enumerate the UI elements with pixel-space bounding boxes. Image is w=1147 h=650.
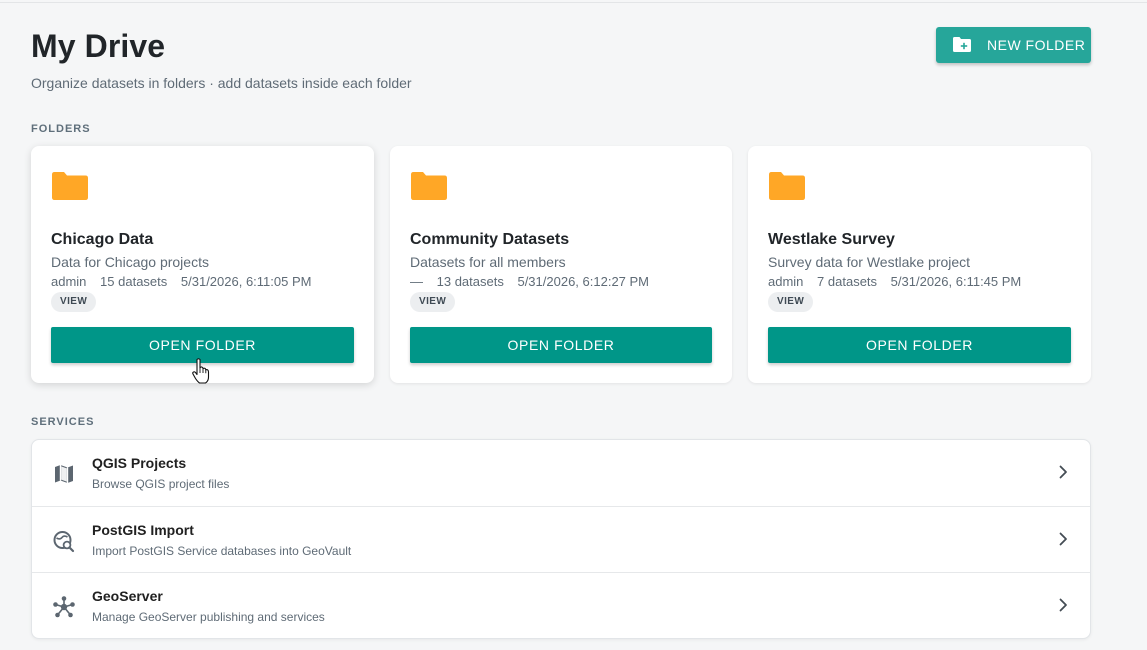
open-folder-button[interactable]: OPEN FOLDER xyxy=(410,327,712,363)
hand-cursor-icon xyxy=(192,358,210,384)
service-subtitle: Manage GeoServer publishing and services xyxy=(92,610,325,624)
folder-description: Datasets for all members xyxy=(410,254,566,270)
permission-badge: VIEW xyxy=(410,292,456,312)
permission-badge: VIEW xyxy=(51,292,97,312)
chevron-right-icon xyxy=(1059,465,1067,479)
database-search-icon xyxy=(53,531,75,553)
folder-icon xyxy=(52,172,88,200)
folder-meta: admin 7 datasets 5/31/2026, 6:11:45 PM xyxy=(768,274,1031,289)
folders-section-label: FOLDERS xyxy=(31,123,91,135)
permission-badge: VIEW xyxy=(768,292,814,312)
folder-plus-icon xyxy=(953,37,971,52)
new-folder-label: NEW FOLDER xyxy=(987,37,1086,53)
folder-card-chicago-data[interactable]: Chicago Data Data for Chicago projects a… xyxy=(31,146,374,383)
folder-icon xyxy=(769,172,805,200)
folder-icon xyxy=(411,172,447,200)
service-title: GeoServer xyxy=(92,588,163,604)
folder-name: Chicago Data xyxy=(51,231,154,248)
folder-owner: admin xyxy=(768,274,804,289)
service-title: PostGIS Import xyxy=(92,522,194,538)
page-subtitle: Organize datasets in folders · add datas… xyxy=(31,75,412,91)
folder-owner: — xyxy=(410,274,423,289)
folder-dataset-count: 15 datasets xyxy=(100,274,168,289)
chevron-right-icon xyxy=(1059,598,1067,612)
network-hub-icon xyxy=(53,596,75,618)
folder-updated: 5/31/2026, 6:12:27 PM xyxy=(517,274,650,289)
page-title: My Drive xyxy=(31,28,166,64)
new-folder-button[interactable]: NEW FOLDER xyxy=(936,27,1091,63)
folder-card-westlake-survey[interactable]: Westlake Survey Survey data for Westlake… xyxy=(748,146,1091,383)
folder-name: Community Datasets xyxy=(410,231,570,248)
open-folder-button[interactable]: OPEN FOLDER xyxy=(768,327,1071,363)
top-divider xyxy=(0,2,1147,3)
folder-dataset-count: 13 datasets xyxy=(436,274,504,289)
folder-description: Survey data for Westlake project xyxy=(768,254,971,270)
folder-description: Data for Chicago projects xyxy=(51,254,209,270)
service-title: QGIS Projects xyxy=(92,455,187,471)
service-subtitle: Import PostGIS Service databases into Ge… xyxy=(92,544,352,558)
service-item-geoserver[interactable]: GeoServer Manage GeoServer publishing an… xyxy=(32,572,1090,638)
folder-name: Westlake Survey xyxy=(768,231,895,248)
chevron-right-icon xyxy=(1059,532,1067,546)
map-icon xyxy=(55,465,73,483)
folder-meta: admin 15 datasets 5/31/2026, 6:11:05 PM xyxy=(51,274,321,289)
services-list: QGIS Projects Browse QGIS project files … xyxy=(31,439,1091,639)
folder-owner: admin xyxy=(51,274,87,289)
service-subtitle: Browse QGIS project files xyxy=(92,477,230,491)
services-section-label: SERVICES xyxy=(31,416,95,428)
folder-dataset-count: 7 datasets xyxy=(817,274,878,289)
folder-updated: 5/31/2026, 6:11:05 PM xyxy=(180,274,312,289)
service-item-qgis-projects[interactable]: QGIS Projects Browse QGIS project files xyxy=(32,440,1090,506)
folder-updated: 5/31/2026, 6:11:45 PM xyxy=(890,274,1022,289)
folder-meta: — 13 datasets 5/31/2026, 6:12:27 PM xyxy=(410,274,659,289)
service-item-postgis-import[interactable]: PostGIS Import Import PostGIS Service da… xyxy=(32,506,1090,572)
folder-card-community-datasets[interactable]: Community Datasets Datasets for all memb… xyxy=(390,146,732,383)
